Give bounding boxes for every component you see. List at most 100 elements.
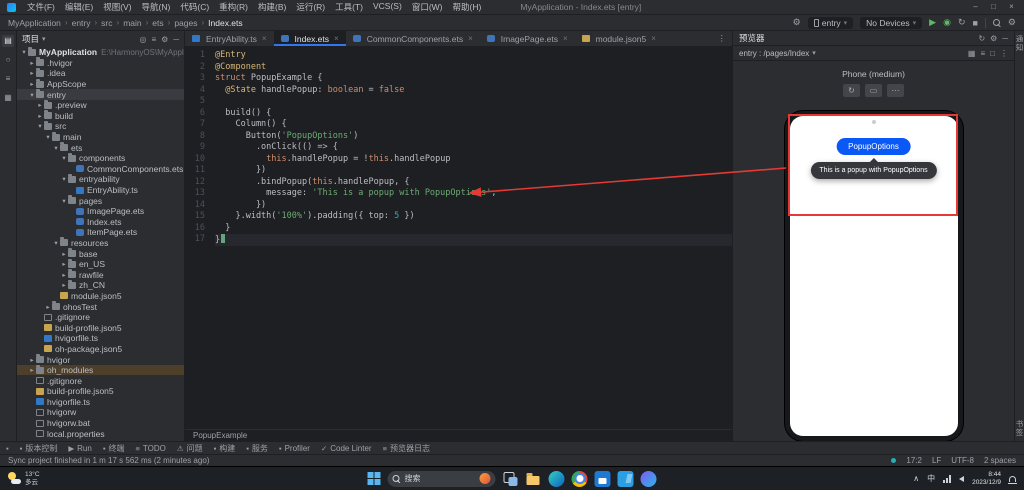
split-view-icon[interactable]: ▭ <box>865 84 882 97</box>
status-widget[interactable]: UTF-8 <box>951 456 974 465</box>
more-icon[interactable]: ⋯ <box>887 84 904 97</box>
tool-window-button-vcs[interactable]: ▪ 版本控制 <box>20 443 58 454</box>
wifi-icon[interactable] <box>943 474 952 483</box>
bookmarks-tool-label[interactable]: 书签 <box>1014 420 1024 437</box>
hide-panel-icon[interactable]: ─ <box>173 35 179 44</box>
menu-item[interactable]: 窗口(W) <box>407 1 448 13</box>
code-line[interactable]: struct PopupExample { <box>215 73 732 85</box>
tree-item[interactable]: Index.ets <box>17 217 184 228</box>
gear-icon[interactable]: ⚙ <box>161 35 168 44</box>
device-selector[interactable]: No Devices ▾ <box>860 16 923 29</box>
chevron-expanded-icon[interactable]: ▾ <box>20 48 28 56</box>
edge-icon[interactable] <box>548 470 565 487</box>
commit-tool-icon[interactable]: ○ <box>2 54 14 66</box>
taskbar-search[interactable]: 搜索 <box>387 470 496 487</box>
breadcrumb-item[interactable]: main <box>123 18 141 28</box>
chevron-expanded-icon[interactable]: ▾ <box>52 239 60 247</box>
menu-item[interactable]: VCS(S) <box>368 1 407 13</box>
tree-item[interactable]: CommonComponents.ets <box>17 164 184 175</box>
code-line[interactable]: build() { <box>215 108 732 120</box>
settings-icon[interactable]: ⚙ <box>1008 17 1016 28</box>
tree-item[interactable]: EntryAbility.ts <box>17 185 184 196</box>
code-line[interactable]: .onClick(() => { <box>215 142 732 154</box>
tabs-more-icon[interactable]: ⋮ <box>712 33 733 44</box>
tree-item[interactable]: ▸ .preview <box>17 99 184 111</box>
tree-item[interactable]: ▸ en_US <box>17 258 184 270</box>
tool-window-button-tools[interactable]: ▪ <box>6 444 9 453</box>
editor-code[interactable]: @Entry @Component struct PopupExample { @S… <box>211 47 732 429</box>
notifications-tool-label[interactable]: 通知 <box>1014 35 1024 52</box>
tree-item[interactable]: ▸ .idea <box>17 67 184 79</box>
chevron-expanded-icon[interactable]: ▾ <box>60 175 68 183</box>
tool-window-button-problems[interactable]: ⚠ 问题 <box>177 443 203 454</box>
tree-item[interactable]: build-profile.json5 <box>17 386 184 397</box>
tree-item[interactable]: ItemPage.ets <box>17 227 184 238</box>
breadcrumb-item[interactable]: src <box>101 18 112 28</box>
chevron-expanded-icon[interactable]: ▾ <box>60 154 68 162</box>
code-line[interactable] <box>215 96 732 108</box>
task-view-icon[interactable] <box>503 471 519 487</box>
status-widget[interactable]: LF <box>932 456 941 465</box>
tool-window-button-terminal[interactable]: ▪ 终端 <box>103 443 125 454</box>
code-line[interactable]: }) <box>215 200 732 212</box>
tree-item[interactable]: ▾ pages <box>17 195 184 206</box>
editor-tab[interactable]: ImagePage.ets × <box>480 31 575 46</box>
editor-tab[interactable]: EntryAbility.ts × <box>185 31 274 46</box>
tree-item[interactable]: oh-package.json5 <box>17 344 184 355</box>
menu-item[interactable]: 构建(B) <box>253 1 291 13</box>
stop-icon[interactable]: ■ <box>972 18 977 28</box>
code-line[interactable]: } <box>215 234 732 246</box>
close-tab-icon[interactable]: × <box>651 34 656 43</box>
debug-button[interactable]: ◉ <box>943 17 951 28</box>
list-view-icon[interactable]: ≡ <box>980 49 985 58</box>
collapse-all-icon[interactable]: ≡ <box>151 35 156 44</box>
project-tool-icon[interactable]: ▤ <box>2 35 14 47</box>
tree-item[interactable]: ▾ src <box>17 120 184 132</box>
run-button[interactable]: ▶ <box>929 17 936 28</box>
hide-panel-icon[interactable]: ─ <box>1002 34 1008 43</box>
status-widget[interactable]: 2 spaces <box>984 456 1016 465</box>
chevron-collapsed-icon[interactable]: ▸ <box>28 366 36 374</box>
breadcrumb-item[interactable]: pages <box>174 18 197 28</box>
tree-item[interactable]: ▾ ets <box>17 142 184 153</box>
menu-item[interactable]: 运行(R) <box>291 1 330 13</box>
project-panel-title[interactable]: 项目 <box>22 33 39 45</box>
chevron-collapsed-icon[interactable]: ▸ <box>28 356 36 364</box>
file-explorer-icon[interactable] <box>526 471 542 487</box>
chevron-expanded-icon[interactable]: ▾ <box>28 91 36 99</box>
close-icon[interactable]: × <box>1003 0 1020 14</box>
minimize-icon[interactable]: – <box>967 0 984 14</box>
notification-bell-icon[interactable] <box>1008 475 1017 484</box>
breadcrumb-item[interactable]: MyApplication <box>8 18 61 28</box>
sync-icon[interactable]: ⚙ <box>793 17 801 28</box>
editor-tab[interactable]: module.json5 × <box>575 31 663 46</box>
tree-item[interactable]: ▸ build <box>17 110 184 122</box>
chevron-collapsed-icon[interactable]: ▸ <box>44 303 52 311</box>
code-line[interactable]: }) <box>215 165 732 177</box>
tool-window-button-todo[interactable]: ≡ TODO <box>135 444 165 453</box>
tree-item[interactable]: ▸ .hvigor <box>17 57 184 69</box>
previewer-target[interactable]: entry : /pages/Index <box>739 49 809 58</box>
code-line[interactable]: @Entry <box>215 50 732 62</box>
code-line[interactable]: this.handlePopup = !this.handlePopup <box>215 154 732 166</box>
start-button[interactable] <box>367 472 381 485</box>
tool-window-button-profiler[interactable]: ▪ Profiler <box>279 444 310 453</box>
menu-item[interactable]: 文件(F) <box>22 1 60 13</box>
tree-item[interactable]: ▸ oh_modules <box>17 364 184 376</box>
gear-icon[interactable]: ⚙ <box>990 34 997 43</box>
chevron-collapsed-icon[interactable]: ▸ <box>60 271 68 279</box>
code-line[interactable]: Button('PopupOptions') <box>215 131 732 143</box>
chevron-collapsed-icon[interactable]: ▸ <box>60 260 68 268</box>
tree-item[interactable]: ▾ MyApplicationE:\HarmonyOS\MyApplicatio <box>17 47 184 58</box>
tree-item[interactable]: ▸ ohosTest <box>17 301 184 312</box>
tree-item[interactable]: hvigorfile.ts <box>17 333 184 344</box>
tree-item[interactable]: .gitignore <box>17 312 184 323</box>
deveco-icon[interactable] <box>640 470 657 487</box>
chevron-collapsed-icon[interactable]: ▸ <box>28 80 36 88</box>
close-tab-icon[interactable]: × <box>563 34 568 43</box>
chevron-collapsed-icon[interactable]: ▸ <box>28 69 36 77</box>
breadcrumb-item[interactable]: entry <box>72 18 91 28</box>
tree-item[interactable]: ▸ hvigor <box>17 354 184 365</box>
code-line[interactable]: Column() { <box>215 119 732 131</box>
code-line[interactable]: } <box>215 223 732 235</box>
